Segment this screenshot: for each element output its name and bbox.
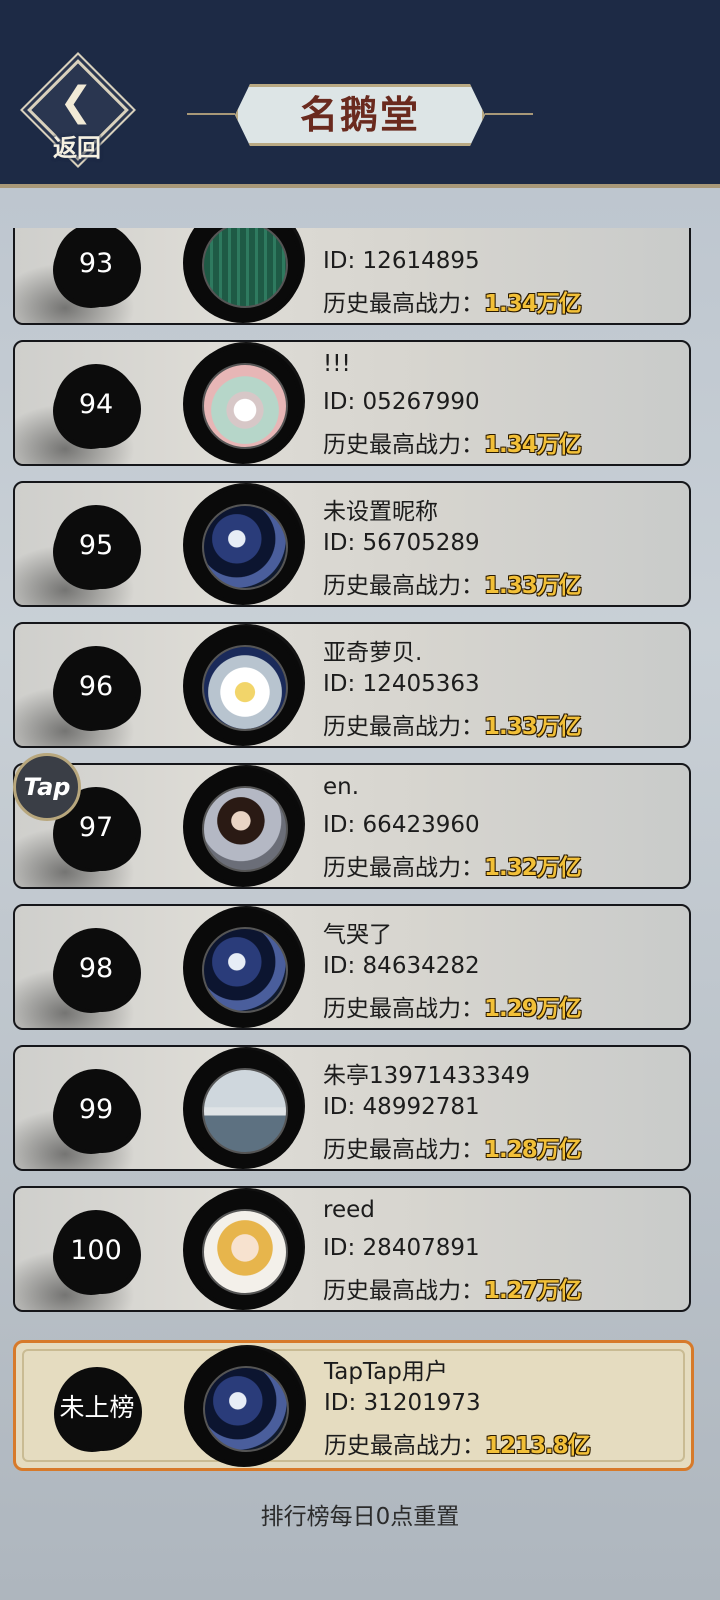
power-line: 历史最高战力：1.32万亿 bbox=[323, 848, 582, 882]
power-label: 历史最高战力： bbox=[323, 432, 484, 458]
avatar[interactable] bbox=[202, 363, 288, 449]
player-id: ID: 48992781 bbox=[323, 1094, 480, 1120]
leaderboard-row[interactable]: 100 reed ID: 28407891 历史最高战力：1.27万亿 bbox=[13, 1186, 691, 1312]
avatar[interactable] bbox=[202, 927, 288, 1013]
leaderboard-row[interactable]: 99 朱亭13971433349 ID: 48992781 历史最高战力：1.2… bbox=[13, 1045, 691, 1171]
player-name: en. bbox=[323, 774, 360, 800]
back-label: 返回 bbox=[53, 133, 101, 162]
power-line: 历史最高战力：1.33万亿 bbox=[323, 707, 582, 741]
title-ornament-left bbox=[187, 113, 235, 115]
avatar[interactable] bbox=[202, 786, 288, 872]
rank-number: 99 bbox=[78, 1094, 114, 1125]
power-label: 历史最高战力： bbox=[323, 1137, 484, 1163]
power-line: 历史最高战力：1.33万亿 bbox=[323, 566, 582, 600]
player-id: ID: 05267990 bbox=[323, 389, 480, 415]
power-value: 1.32万亿 bbox=[484, 855, 582, 881]
avatar[interactable] bbox=[202, 645, 288, 731]
power-value: 1.28万亿 bbox=[484, 1137, 582, 1163]
leaderboard-row[interactable]: 97 en. ID: 66423960 历史最高战力：1.32万亿 bbox=[13, 763, 691, 889]
title-plaque: 名鹅堂 bbox=[187, 84, 533, 146]
player-name: 朱亭13971433349 bbox=[323, 1063, 530, 1089]
rank-number: 94 bbox=[78, 389, 114, 420]
power-line: 历史最高战力：1.29万亿 bbox=[323, 989, 582, 1023]
power-value: 1.34万亿 bbox=[484, 432, 582, 458]
page-title: 名鹅堂 bbox=[299, 92, 420, 137]
my-avatar[interactable] bbox=[203, 1366, 289, 1452]
player-id: ID: 84634282 bbox=[323, 953, 480, 979]
rank-number: 100 bbox=[70, 1235, 122, 1266]
player-name: 气哭了 bbox=[323, 922, 392, 948]
leaderboard-row[interactable]: 94 !!! ID: 05267990 历史最高战力：1.34万亿 bbox=[13, 340, 691, 466]
power-label: 历史最高战力： bbox=[323, 291, 484, 317]
player-id: ID: 12614895 bbox=[323, 248, 480, 274]
back-arrow-icon: ❮ bbox=[59, 79, 93, 125]
power-label: 历史最高战力： bbox=[323, 996, 484, 1022]
power-line: 历史最高战力：1.34万亿 bbox=[323, 425, 582, 459]
my-power-line: 历史最高战力：1213.8亿 bbox=[324, 1426, 591, 1460]
leaderboard-row[interactable]: 93 ID: 12614895 历史最高战力：1.34万亿 bbox=[13, 228, 691, 325]
player-name: !!! bbox=[323, 351, 351, 377]
back-button[interactable]: ❮ 返回 bbox=[27, 59, 129, 166]
leaderboard-row[interactable]: 98 气哭了 ID: 84634282 历史最高战力：1.29万亿 bbox=[13, 904, 691, 1030]
power-value: 1.29万亿 bbox=[484, 996, 582, 1022]
avatar[interactable] bbox=[202, 1209, 288, 1295]
rank-number: 93 bbox=[78, 248, 114, 279]
power-label: 历史最高战力： bbox=[323, 714, 484, 740]
power-value: 1.34万亿 bbox=[484, 291, 582, 317]
reset-notice: 排行榜每日0点重置 bbox=[260, 1504, 460, 1530]
power-label: 历史最高战力： bbox=[323, 573, 484, 599]
avatar[interactable] bbox=[202, 504, 288, 590]
player-id: ID: 28407891 bbox=[323, 1235, 480, 1261]
my-id: ID: 31201973 bbox=[324, 1390, 481, 1416]
rank-number: 96 bbox=[78, 671, 114, 702]
power-line: 历史最高战力：1.27万亿 bbox=[323, 1271, 582, 1305]
player-id: ID: 56705289 bbox=[323, 530, 480, 556]
player-id: ID: 66423960 bbox=[323, 812, 480, 838]
player-id: ID: 12405363 bbox=[323, 671, 480, 697]
leaderboard-row[interactable]: 95 未设置昵称 ID: 56705289 历史最高战力：1.33万亿 bbox=[13, 481, 691, 607]
player-name: reed bbox=[323, 1197, 375, 1223]
player-name: 亚奇萝贝. bbox=[323, 640, 423, 666]
taptap-float-button[interactable]: Tap bbox=[13, 753, 81, 821]
rank-number: 98 bbox=[78, 953, 114, 984]
power-line: 历史最高战力：1.28万亿 bbox=[323, 1130, 582, 1164]
leaderboard-list[interactable]: 93 ID: 12614895 历史最高战力：1.34万亿 94 !!! ID:… bbox=[0, 228, 720, 1328]
power-value: 1.27万亿 bbox=[484, 1278, 582, 1304]
power-label: 历史最高战力： bbox=[324, 1433, 485, 1459]
my-power-value: 1213.8亿 bbox=[485, 1433, 591, 1459]
top-bar: ❮ 返回 名鹅堂 bbox=[0, 0, 720, 188]
my-name: TapTap用户 bbox=[324, 1359, 448, 1385]
rank-number: 95 bbox=[78, 530, 114, 561]
power-label: 历史最高战力： bbox=[323, 1278, 484, 1304]
leaderboard-row[interactable]: 96 亚奇萝贝. ID: 12405363 历史最高战力：1.33万亿 bbox=[13, 622, 691, 748]
power-value: 1.33万亿 bbox=[484, 573, 582, 599]
player-name: 未设置昵称 bbox=[323, 499, 438, 525]
rank-status: 未上榜 bbox=[59, 1393, 135, 1422]
my-rank-card[interactable]: 未上榜 TapTap用户 ID: 31201973 历史最高战力：1213.8亿 bbox=[13, 1340, 694, 1471]
avatar[interactable] bbox=[202, 1068, 288, 1154]
power-line: 历史最高战力：1.34万亿 bbox=[323, 284, 582, 318]
title-ornament-right bbox=[485, 113, 533, 115]
power-label: 历史最高战力： bbox=[323, 855, 484, 881]
power-value: 1.33万亿 bbox=[484, 714, 582, 740]
